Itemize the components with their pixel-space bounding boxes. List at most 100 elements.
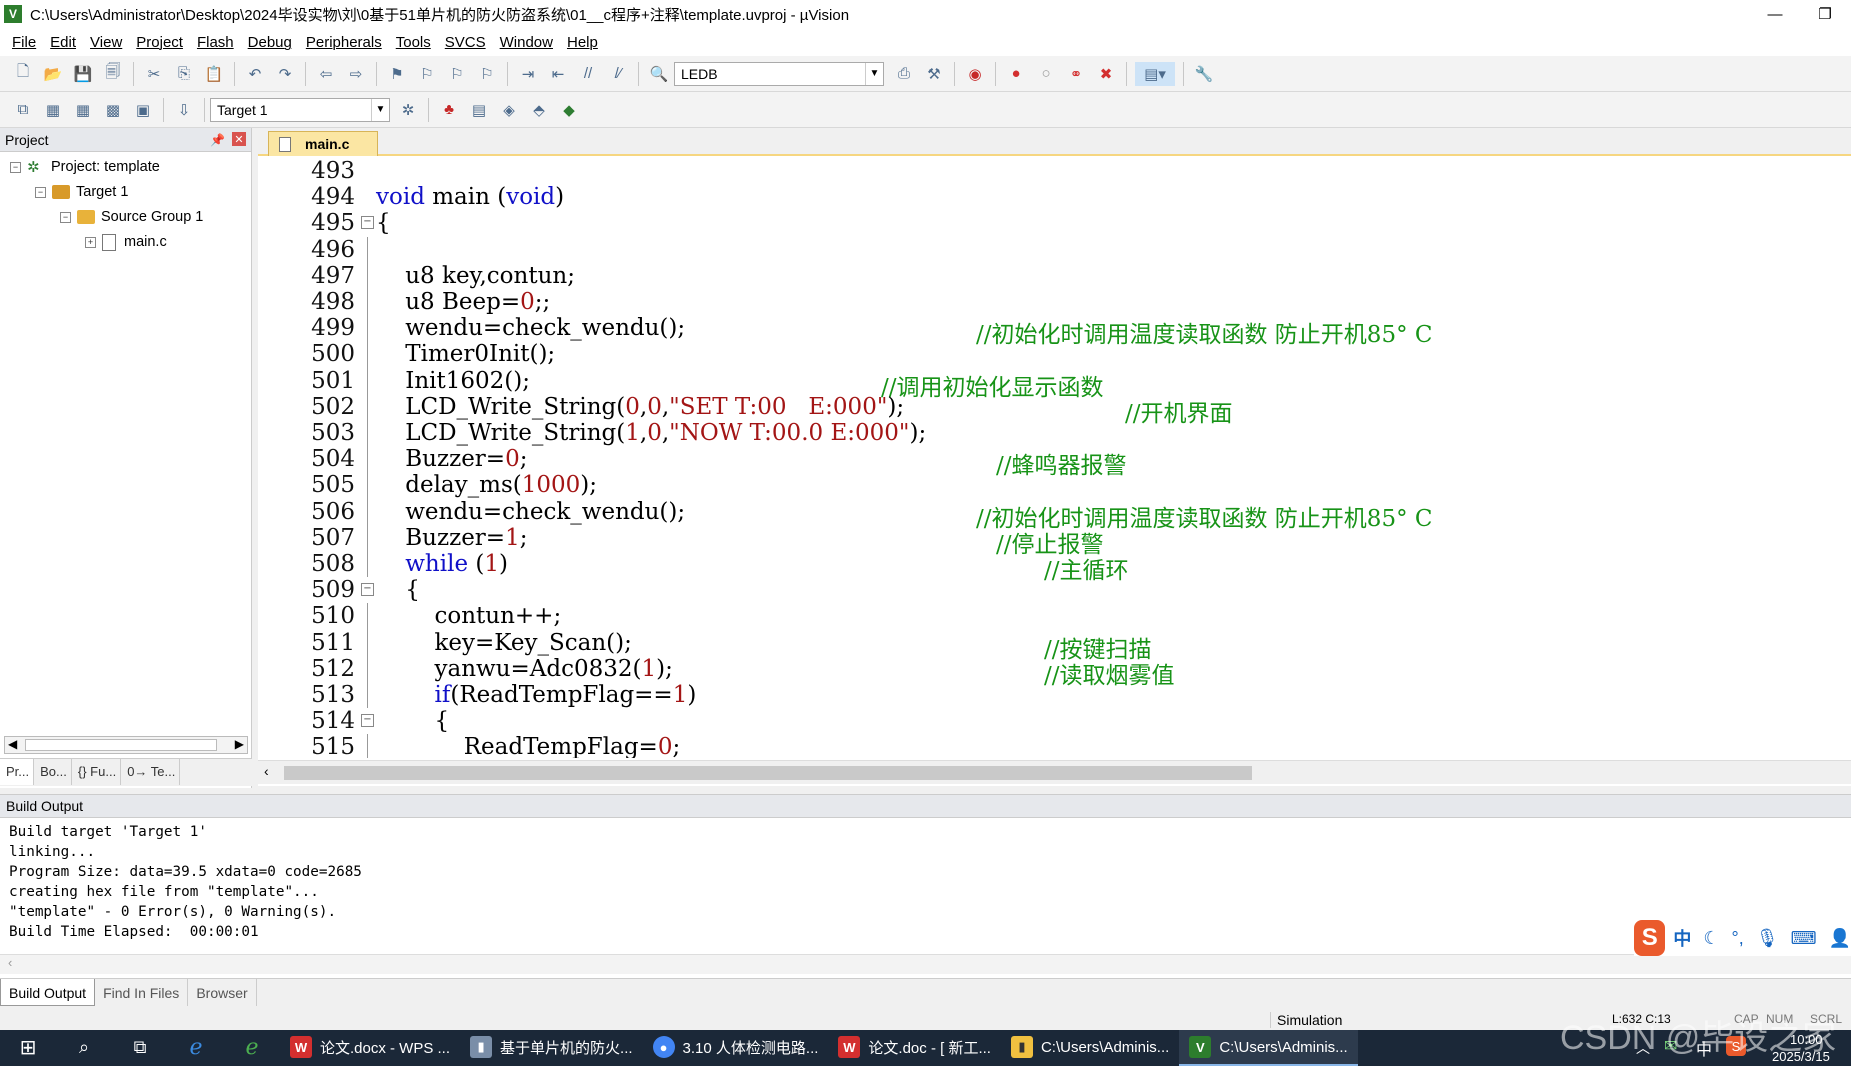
taskbar-item-uvision[interactable]: V C:\Users\Adminis... [1179,1030,1358,1066]
navigate-forward-icon[interactable]: ⇨ [344,62,368,86]
navigate-back-icon[interactable]: ⇦ [314,62,338,86]
disable-breakpoints-icon[interactable]: ⚭ [1064,62,1088,86]
code-line[interactable]: 514− { [258,708,1851,734]
tab-books[interactable]: Bo... [34,759,72,785]
scroll-left-icon[interactable]: ‹ [8,955,12,970]
menu-svcs[interactable]: SVCS [445,34,486,51]
chevron-down-icon[interactable]: ▼ [371,98,389,121]
menu-window[interactable]: Window [500,34,553,51]
restore-button[interactable]: ❐ [1800,0,1850,28]
find-icon[interactable]: ⚒ [922,62,946,86]
menu-edit[interactable]: Edit [50,34,76,51]
tree-target[interactable]: − Target 1 [35,180,128,204]
translate-icon[interactable]: ⧉ [11,98,35,122]
new-file-icon[interactable]: 🗋 [11,62,35,86]
kill-breakpoints-icon[interactable]: ✖ [1094,62,1118,86]
target-options-icon[interactable]: ✲ [396,98,420,122]
ie-browser-icon[interactable]: ℯ [168,1030,224,1066]
collapse-icon[interactable]: − [10,161,21,173]
tree-project[interactable]: − ✲ Project: template [10,155,160,179]
code-line[interactable]: 510 contun++; [258,603,1851,630]
scroll-thumb[interactable] [284,766,1252,780]
menu-file[interactable]: File [12,34,36,51]
window-layout-icon[interactable]: ▤▾ [1135,61,1175,86]
sogou-logo-icon[interactable]: S [1634,920,1666,956]
code-line[interactable]: 493 [258,158,1851,184]
user-icon[interactable]: 👤 [1829,928,1851,949]
menu-flash[interactable]: Flash [197,34,234,51]
batch-build-icon[interactable]: ▩ [101,98,125,122]
tree-file-main[interactable]: + main.c [85,230,167,254]
code-line[interactable]: 500 Timer0Init(); [258,341,1851,368]
tab-build-output[interactable]: Build Output [0,979,96,1006]
code-line[interactable]: 508 while (1)//主循环 [258,551,1851,584]
edge-browser-icon[interactable]: ℯ [224,1030,280,1066]
menu-peripherals[interactable]: Peripherals [306,34,382,51]
keyboard-icon[interactable]: ⌨ [1791,928,1817,949]
code-line[interactable]: 498 u8 Beep=0;; [258,289,1851,316]
scroll-right-icon[interactable]: ▶ [235,737,244,751]
build-hscrollbar[interactable]: ‹ [0,954,1851,974]
taskbar-item-folder-doc[interactable]: ▮ 基于单片机的防火... [460,1030,643,1066]
tab-templates[interactable]: 0→ Te... [121,759,181,785]
code-line[interactable]: 496 [258,236,1851,263]
taskbar-item-wps-2[interactable]: W 论文.doc - [ 新工... [828,1030,1001,1066]
project-hscrollbar[interactable]: ◀ ▶ [4,736,248,754]
code-line[interactable]: 497 u8 key,contun; [258,262,1851,289]
code-line[interactable]: 494 void main (void) [258,184,1851,210]
menu-help[interactable]: Help [567,34,598,51]
debug-session-icon[interactable]: ◉ [963,62,987,86]
code-line[interactable]: 504 Buzzer=0;//蜂鸣器报警 [258,446,1851,479]
fold-collapse-icon[interactable]: − [361,714,374,728]
unindent-icon[interactable]: ⇤ [546,62,570,86]
save-all-icon[interactable]: 🗐 [101,62,125,86]
runtime-environment-icon[interactable]: ◆ [557,98,581,122]
ime-lang[interactable]: 中 [1673,925,1691,951]
microphone-icon[interactable]: 🎙 [1756,928,1779,949]
fold-collapse-icon[interactable]: − [361,216,374,230]
next-bookmark-icon[interactable]: ⚐ [445,62,469,86]
taskbar-item-wps[interactable]: W 论文.docx - WPS ... [280,1030,460,1066]
ime-toolbar[interactable]: S 中 ☾ °, 🎙 ⌨ 👤 [1634,920,1851,956]
code-line[interactable]: 505 delay_ms(1000); [258,472,1851,499]
copy-icon[interactable]: ⎘ [172,62,196,86]
select-packs-icon[interactable]: ◈ [497,98,521,122]
tab-find-in-files[interactable]: Find In Files [95,979,189,1006]
code-line[interactable]: 501 Init1602();//调用初始化显示函数 [258,367,1851,401]
insert-breakpoint-icon[interactable]: ● [1004,62,1028,86]
find-in-files-icon[interactable]: 🔍 [647,62,671,86]
moon-icon[interactable]: ☾ [1703,928,1719,949]
fold-collapse-icon[interactable]: − [361,583,374,597]
configure-icon[interactable]: 🔧 [1192,62,1216,86]
collapse-icon[interactable]: − [60,211,71,223]
chevron-down-icon[interactable]: ▼ [865,62,883,85]
code-line[interactable]: 499 wendu=check_wendu();//初始化时调用温度读取函数 防… [258,315,1851,348]
scroll-left-icon[interactable]: ◀ [8,737,17,751]
pin-icon[interactable]: 📌 [210,133,225,147]
task-view-icon[interactable]: ⧉ [112,1030,168,1066]
taskbar-item-chrome[interactable]: ● 3.10 人体检测电路... [643,1030,829,1066]
code-line[interactable]: 515 ReadTempFlag=0; [258,734,1851,758]
rebuild-icon[interactable]: ▦ [71,98,95,122]
clear-bookmarks-icon[interactable]: ⚐ [475,62,499,86]
code-line[interactable]: 507 Buzzer=1;//停止报警 [258,524,1851,558]
target-combo[interactable]: Target 1 ▼ [210,97,390,122]
code-line[interactable]: 503 LCD_Write_String(1,0,"NOW T:00.0 E:0… [258,420,1851,447]
code-line[interactable]: 512 yanwu=Adc0832(1);//读取烟雾值 [258,655,1851,689]
search-icon[interactable]: ⌕ [56,1030,112,1066]
cut-icon[interactable]: ✂ [142,62,166,86]
scroll-left-icon[interactable]: ‹ [264,763,269,779]
menu-debug[interactable]: Debug [248,34,292,51]
prev-bookmark-icon[interactable]: ⚐ [415,62,439,86]
start-windows-icon[interactable]: ⊞ [0,1030,56,1066]
tab-project[interactable]: Pr... [0,759,35,785]
menu-tools[interactable]: Tools [396,34,431,51]
minimize-button[interactable]: — [1750,0,1800,28]
manage-components-icon[interactable]: ♣ [437,98,461,122]
build-output-panel[interactable]: Build target 'Target 1' linking... Progr… [0,818,1851,978]
code-line[interactable]: 502 LCD_Write_String(0,0,"SET T:00 E:000… [258,393,1851,427]
pack-installer-icon[interactable]: ⬘ [527,98,551,122]
undo-icon[interactable]: ↶ [243,62,267,86]
redo-icon[interactable]: ↷ [273,62,297,86]
code-line[interactable]: 506 wendu=check_wendu();//初始化时调用温度读取函数 防… [258,498,1851,532]
